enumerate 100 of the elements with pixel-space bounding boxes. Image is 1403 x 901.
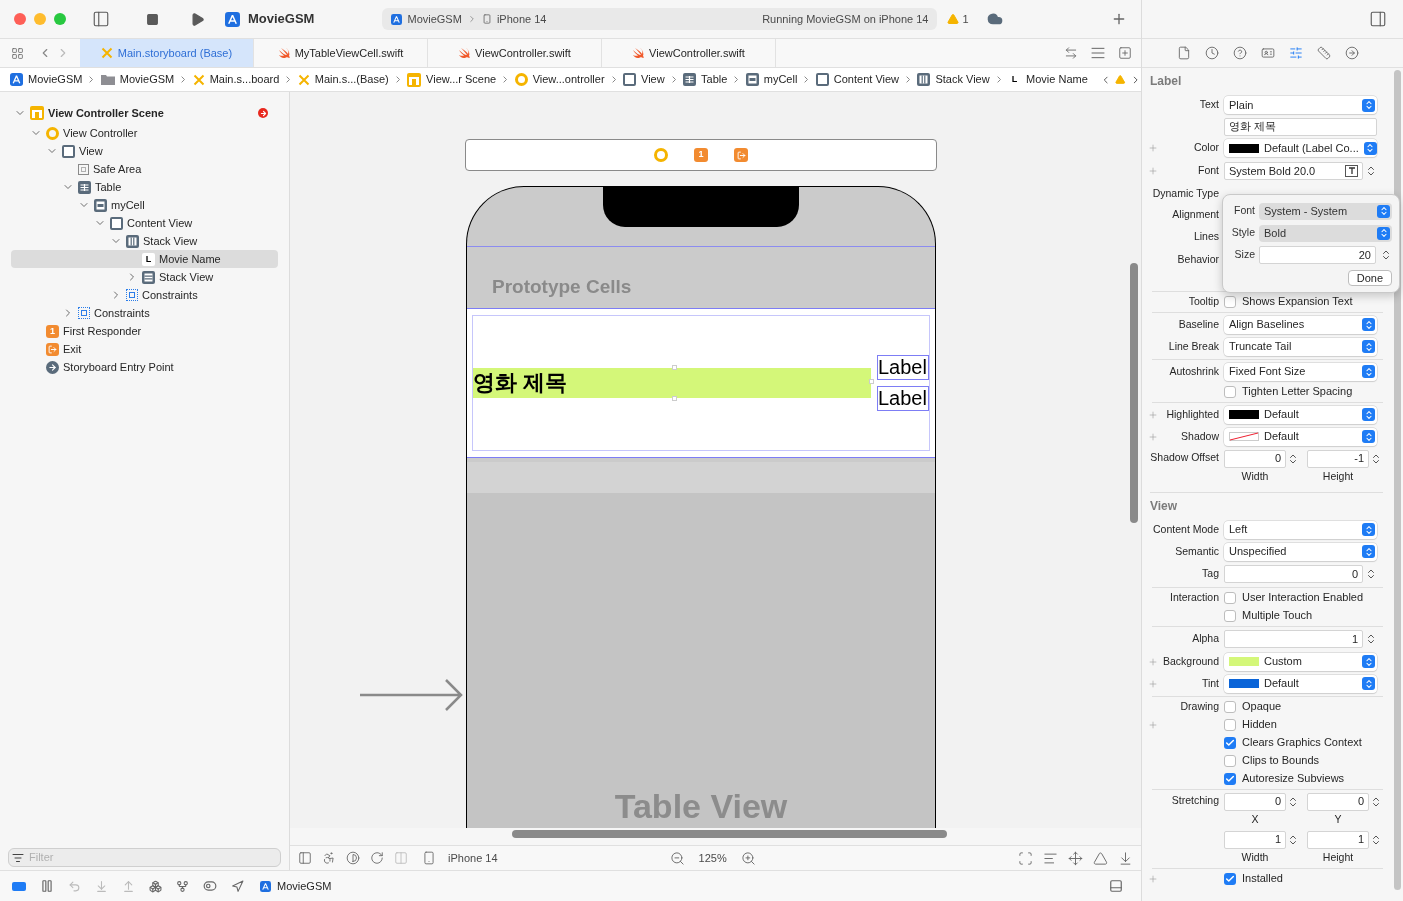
step-over-icon[interactable]	[68, 879, 81, 893]
tree-item[interactable]: View	[11, 142, 278, 160]
arrow-circle-icon[interactable]	[1345, 46, 1359, 60]
stepper[interactable]	[1287, 452, 1299, 465]
embed-icon[interactable]	[1118, 850, 1133, 866]
checkbox[interactable]	[1224, 295, 1236, 308]
number-field[interactable]: 0	[1307, 792, 1369, 811]
table-cell[interactable]: 영화 제목 Label Label	[467, 308, 935, 458]
zoom-out-icon[interactable]	[669, 850, 685, 866]
breadcrumb-item[interactable]: Content View	[815, 71, 900, 88]
help-icon[interactable]	[1233, 46, 1247, 60]
clock-icon[interactable]	[1205, 46, 1219, 60]
pause-icon[interactable]	[40, 879, 54, 893]
editor-tab[interactable]: Main.storyboard (Base)	[80, 39, 254, 67]
text-field[interactable]: 영화 제목	[1224, 117, 1377, 136]
popup-button[interactable]: Truncate Tail	[1224, 337, 1377, 356]
warning-icon[interactable]	[947, 13, 960, 25]
checkbox[interactable]	[1224, 754, 1236, 767]
phone-icon[interactable]	[422, 851, 436, 865]
update-frames-icon[interactable]	[1018, 850, 1033, 866]
process-label[interactable]: MovieGSM	[277, 877, 332, 895]
outline-toggle-icon[interactable]	[298, 851, 312, 865]
breadcrumb-item[interactable]: View...r Scene	[407, 71, 497, 88]
device-label[interactable]: iPhone 14	[448, 849, 498, 867]
popup-button[interactable]: Default	[1224, 405, 1377, 424]
popup-button[interactable]: Bold	[1259, 224, 1392, 242]
location-icon[interactable]	[231, 879, 244, 893]
stepper[interactable]	[1380, 249, 1392, 261]
breadcrumb-item[interactable]: Main.s...board	[192, 71, 280, 88]
tree-item[interactable]: Safe Area	[11, 160, 278, 178]
warning-count[interactable]: 1	[962, 10, 969, 28]
breadcrumb-item[interactable]: Stack View	[917, 71, 990, 88]
breadcrumb-item[interactable]: MovieGSM	[100, 71, 175, 88]
tree-item[interactable]: Constraints	[11, 286, 278, 304]
resolve-icon[interactable]	[1093, 850, 1108, 866]
entry-arrow[interactable]	[360, 677, 464, 713]
tree-item[interactable]: Content View	[11, 214, 278, 232]
ruler-icon[interactable]	[1317, 46, 1331, 60]
tree-item[interactable]: Stack View	[11, 232, 278, 250]
popup-button[interactable]: Unspecified	[1224, 542, 1377, 561]
console-toggle-icon[interactable]	[1109, 879, 1123, 893]
cell-label[interactable]: Label	[877, 355, 929, 380]
font-picker-icon[interactable]	[1345, 165, 1358, 177]
breadcrumb-item[interactable]: myCell	[745, 71, 798, 88]
breadcrumb-item[interactable]: MovieGSM	[10, 71, 83, 88]
sliders-icon[interactable]	[1289, 46, 1303, 60]
editor-tab[interactable]: MyTableViewCell.swift	[254, 39, 428, 67]
tree-item[interactable]: View Controller	[11, 124, 278, 142]
checkbox[interactable]	[1224, 385, 1236, 398]
scroll-thumb[interactable]	[1130, 263, 1138, 523]
scroll-thumb[interactable]	[1393, 70, 1401, 890]
add-editor-icon[interactable]	[1118, 46, 1132, 60]
stepper[interactable]	[1370, 833, 1382, 846]
stepper[interactable]	[1287, 833, 1299, 846]
checkbox[interactable]	[1224, 736, 1236, 749]
breadcrumb-item[interactable]: Table	[683, 71, 728, 88]
grid-icon[interactable]	[11, 46, 24, 60]
stepper[interactable]	[1287, 795, 1299, 808]
popup-button[interactable]: Plain	[1224, 96, 1377, 114]
popup-button[interactable]: Align Baselines	[1224, 315, 1377, 334]
environment-icon[interactable]	[203, 879, 217, 893]
number-field[interactable]: 0	[1224, 565, 1363, 583]
popup-button[interactable]: Fixed Font Size	[1224, 362, 1377, 381]
add-icon[interactable]	[1111, 11, 1127, 27]
zoom-window-button[interactable]	[54, 13, 66, 25]
font-field[interactable]: System Bold 20.0	[1224, 162, 1363, 180]
tree-item[interactable]: Storyboard Entry Point	[11, 358, 278, 376]
number-field[interactable]: 1	[1307, 830, 1369, 849]
popup-button[interactable]: Custom	[1224, 652, 1377, 671]
warning-icon[interactable]	[1115, 74, 1126, 85]
rotate-icon[interactable]	[370, 851, 384, 865]
swap-icon[interactable]	[1064, 46, 1078, 60]
zoom-in-icon[interactable]	[740, 850, 756, 866]
checkbox[interactable]	[1224, 591, 1236, 604]
align-icon[interactable]	[1043, 850, 1058, 866]
checkbox[interactable]	[1224, 872, 1236, 885]
checkbox[interactable]	[1224, 718, 1236, 731]
breadcrumb-item[interactable]: View	[623, 71, 665, 88]
scheme-label[interactable]: MovieGSM	[407, 10, 462, 28]
number-field[interactable]: 1	[1224, 830, 1286, 849]
popup-button[interactable]: Default (Label Co...	[1224, 139, 1377, 157]
id-card-icon[interactable]	[1261, 46, 1275, 60]
view-hierarchy-icon[interactable]	[149, 879, 162, 893]
tree-item[interactable]: Table	[11, 178, 278, 196]
device-label[interactable]: iPhone 14	[496, 10, 547, 28]
stop-icon[interactable]	[146, 12, 159, 26]
popup-button[interactable]: Left	[1224, 520, 1377, 539]
tree-item[interactable]: Constraints	[11, 304, 278, 322]
breakpoints-icon[interactable]	[12, 881, 26, 891]
issue-icon[interactable]	[258, 108, 268, 118]
stepper[interactable]	[1370, 452, 1382, 465]
step-in-icon[interactable]	[95, 879, 108, 893]
popup-button[interactable]: Default	[1224, 427, 1377, 446]
scroll-thumb[interactable]	[512, 830, 947, 838]
cloud-icon[interactable]	[986, 11, 1003, 27]
inspector-toggle-icon[interactable]	[1369, 10, 1387, 28]
checkbox[interactable]	[1224, 772, 1236, 785]
popup-button[interactable]: Default	[1224, 674, 1377, 693]
lines-icon[interactable]	[1090, 45, 1106, 61]
play-icon[interactable]	[190, 11, 205, 27]
